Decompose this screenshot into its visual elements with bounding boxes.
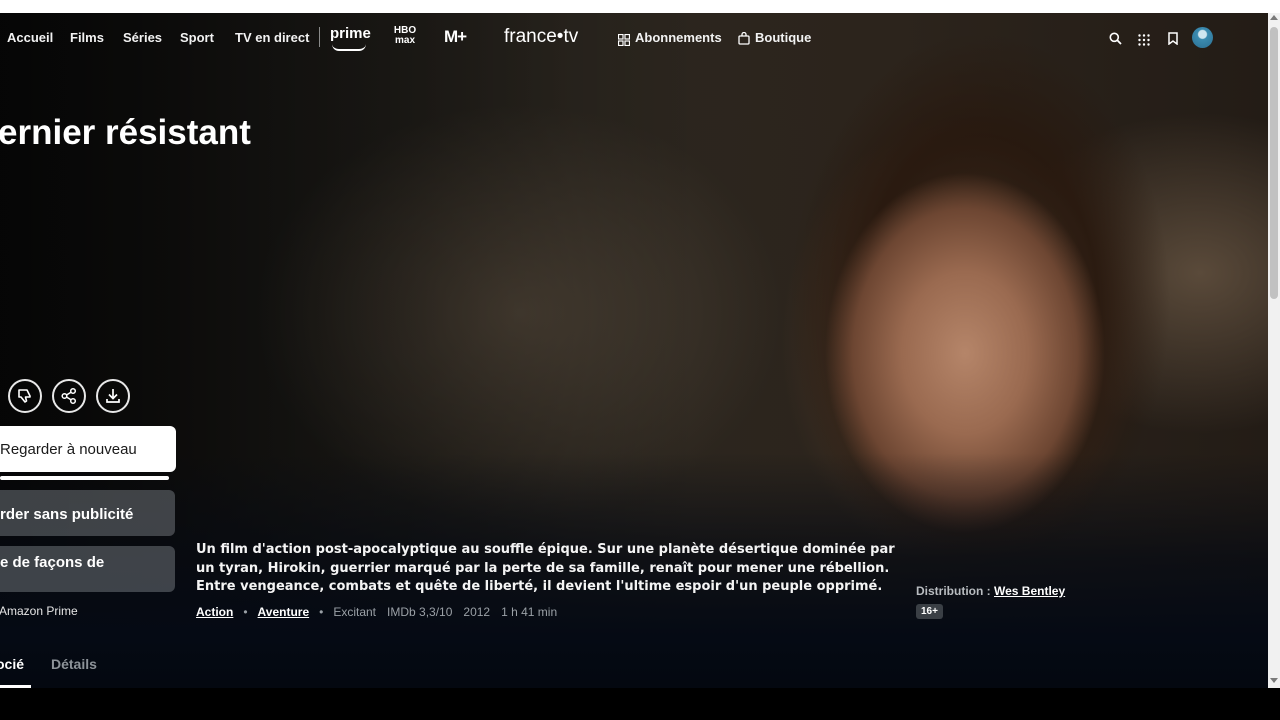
francetv-logo[interactable]: france•tv <box>504 26 578 48</box>
movie-title: ernier résistant <box>0 113 251 152</box>
distribution: Distribution : Wes Bentley <box>916 584 1065 598</box>
bookmark-icon[interactable] <box>1168 30 1178 49</box>
prime-smile-icon <box>332 44 366 51</box>
mplus-logo[interactable]: M+ <box>444 27 467 47</box>
watch-without-ads-button[interactable]: rder sans publicité <box>0 490 175 536</box>
hbo-logo-bottom: max <box>394 35 415 46</box>
nav-item-series[interactable]: Séries <box>123 30 162 45</box>
nav-item-boutique[interactable]: Boutique <box>755 30 811 45</box>
more-ways-to-watch-label: e de façons de <box>0 554 105 571</box>
boutique-bag-icon <box>738 30 750 49</box>
nav-item-accueil[interactable]: Accueil <box>7 30 53 45</box>
scroll-up-arrow-icon[interactable] <box>1270 15 1278 20</box>
genre-link-action[interactable]: Action <box>196 605 233 619</box>
page-scrollbar[interactable] <box>1268 13 1280 688</box>
nav-separator <box>319 27 320 47</box>
watch-again-label: Regarder à nouveau <box>0 441 137 458</box>
imdb-rating: IMDb 3,3/10 <box>387 605 453 619</box>
abonnements-grid-icon <box>617 31 631 50</box>
scrollbar-thumb[interactable] <box>1270 27 1278 299</box>
mood-tag: Excitant <box>333 605 377 619</box>
age-rating-badge: 16+ <box>916 604 943 619</box>
profile-avatar[interactable] <box>1192 27 1213 48</box>
hero-viewport: Accueil Films Séries Sport TV en direct … <box>0 13 1268 688</box>
watch-progress-bar <box>0 476 169 480</box>
prime-logo[interactable]: prime <box>330 25 371 42</box>
search-icon[interactable] <box>1109 30 1122 49</box>
browser-top-strip <box>0 0 1280 13</box>
release-year: 2012 <box>463 605 491 619</box>
meta-separator: • <box>319 605 324 619</box>
movie-synopsis: Un film d'action post-apocalyptique au s… <box>196 542 895 594</box>
thumbs-down-button[interactable] <box>8 379 42 413</box>
tab-associe[interactable]: ocié <box>0 656 24 672</box>
share-button[interactable] <box>52 379 86 413</box>
thumbs-down-icon <box>18 389 31 403</box>
distribution-actor-link[interactable]: Wes Bentley <box>994 584 1065 598</box>
nav-item-films[interactable]: Films <box>70 30 104 45</box>
watch-again-button[interactable]: Regarder à nouveau <box>0 426 176 472</box>
hbo-max-logo[interactable]: HBO max <box>392 26 418 46</box>
meta-separator: • <box>243 605 248 619</box>
genre-link-aventure[interactable]: Aventure <box>258 605 310 619</box>
distribution-label: Distribution : <box>916 584 991 598</box>
apps-grid-icon[interactable] <box>1138 31 1150 50</box>
tab-details[interactable]: Détails <box>51 656 97 672</box>
scroll-down-arrow-icon[interactable] <box>1270 678 1278 683</box>
watch-without-ads-label: rder sans publicité <box>0 506 134 523</box>
nav-item-abonnements[interactable]: Abonnements <box>635 30 722 45</box>
download-icon <box>106 389 120 403</box>
nav-item-tv-en-direct[interactable]: TV en direct <box>235 30 309 45</box>
nav-item-sport[interactable]: Sport <box>180 30 214 45</box>
duration: 1 h 41 min <box>501 605 558 619</box>
movie-meta: Action • Aventure • Excitant IMDb 3,3/10… <box>196 605 557 619</box>
more-ways-to-watch-button[interactable]: e de façons de <box>0 546 175 592</box>
prime-included-note: Amazon Prime <box>0 604 78 618</box>
bottom-black-bar <box>0 688 1280 720</box>
top-nav: Accueil Films Séries Sport TV en direct … <box>0 13 1268 61</box>
share-icon <box>61 387 77 405</box>
download-button[interactable] <box>96 379 130 413</box>
